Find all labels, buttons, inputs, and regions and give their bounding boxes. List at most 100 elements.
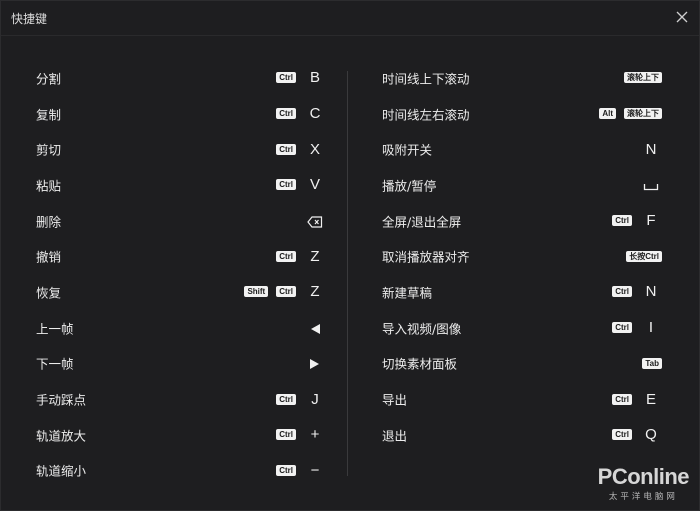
shortcut-row: 新建草稿 Ctrl N xyxy=(382,274,672,310)
shortcut-keys xyxy=(304,211,326,231)
key-letter: J xyxy=(311,390,319,408)
shortcut-label: 时间线左右滚动 xyxy=(382,107,470,123)
shortcut-row: 退出 Ctrl Q xyxy=(382,417,672,453)
shortcut-keys: Alt 滚轮上下 xyxy=(599,104,662,124)
shortcut-row: 下一帧 xyxy=(36,346,326,382)
key-badge-ctrl: Ctrl xyxy=(276,108,296,120)
shortcut-keys: Ctrl Z xyxy=(276,246,326,266)
key-letter: X xyxy=(309,140,320,158)
key-letter: N xyxy=(645,283,657,301)
right-arrow-icon xyxy=(304,354,326,373)
key-badge-ctrl: Ctrl xyxy=(276,143,296,155)
key-letter: Q xyxy=(645,426,657,444)
shortcut-label: 恢复 xyxy=(36,285,62,301)
shortcut-row: 手动踩点 Ctrl J xyxy=(36,381,326,417)
shortcut-keys: N xyxy=(640,139,662,159)
key-letter: C xyxy=(309,105,321,123)
key-letter: − xyxy=(310,461,320,479)
key-letter: V xyxy=(309,176,320,194)
shortcut-list-left: 分割 Ctrl B 复制 Ctrl C 剪切 Ctrl X 粘贴 Ctrl V 删除 撤销 Ctrl Z 恢复 S… xyxy=(36,60,326,488)
close-icon[interactable] xyxy=(673,8,691,26)
key-badge-key: 滚轮上下 xyxy=(624,72,662,84)
shortcut-row: 轨道放大 Ctrl + xyxy=(36,417,326,453)
shortcut-label: 下一帧 xyxy=(36,356,74,372)
shortcut-row: 恢复 Shift Ctrl Z xyxy=(36,274,326,310)
key-badge-ctrl: Ctrl xyxy=(612,393,632,405)
shortcut-keys: Ctrl J xyxy=(276,389,326,409)
shortcut-label: 轨道缩小 xyxy=(36,463,87,479)
shortcut-row: 复制 Ctrl C xyxy=(36,96,326,132)
key-badge-ctrl: Ctrl xyxy=(276,393,296,405)
shortcut-row: 删除 xyxy=(36,203,326,239)
shortcut-label: 剪切 xyxy=(36,142,62,158)
shortcut-row: 时间线左右滚动 Alt 滚轮上下 xyxy=(382,96,672,132)
key-badge-ctrl: Ctrl xyxy=(612,322,632,334)
shortcut-row: 吸附开关 N xyxy=(382,131,672,167)
shortcut-label: 切换素材面板 xyxy=(382,356,458,372)
shortcut-keys: 长按Ctrl xyxy=(626,246,662,266)
shortcut-row: 导出 Ctrl E xyxy=(382,381,672,417)
watermark-main: PConline xyxy=(597,464,690,489)
title-bar: 快捷键 xyxy=(1,1,699,36)
key-badge-ctrl: 长按Ctrl xyxy=(626,250,662,262)
key-letter: E xyxy=(645,390,656,408)
shortcut-label: 分割 xyxy=(36,71,62,87)
key-badge-ctrl: Ctrl xyxy=(276,429,296,441)
key-badge-ctrl: Ctrl xyxy=(612,215,632,227)
key-badge-ctrl: Ctrl xyxy=(276,464,296,476)
shortcut-label: 粘贴 xyxy=(36,178,62,194)
shortcut-row: 时间线上下滚动 滚轮上下 xyxy=(382,60,672,96)
shortcut-label: 全屏/退出全屏 xyxy=(382,214,462,230)
shortcut-keys: Ctrl − xyxy=(276,460,326,480)
shortcut-keys: Ctrl N xyxy=(612,282,662,302)
shortcuts-dialog: 快捷键 分割 Ctrl B 复制 Ctrl C 剪切 Ctrl X 粘贴 Ctrl V 删除 撤销 Ctrl… xyxy=(0,0,700,511)
shortcut-keys: Tab xyxy=(642,353,662,373)
shortcut-label: 删除 xyxy=(36,214,62,230)
shortcut-keys: Ctrl + xyxy=(276,425,326,445)
key-letter: N xyxy=(645,140,657,158)
shortcut-label: 导出 xyxy=(382,392,408,408)
shortcut-row: 粘贴 Ctrl V xyxy=(36,167,326,203)
space-bar-icon xyxy=(640,175,662,194)
key-letter: + xyxy=(310,426,320,444)
shortcut-row: 导入视频/图像 Ctrl I xyxy=(382,310,672,346)
shortcut-row: 上一帧 xyxy=(36,310,326,346)
shortcut-label: 时间线上下滚动 xyxy=(382,71,470,87)
shortcut-list-right: 时间线上下滚动 滚轮上下 时间线左右滚动 Alt 滚轮上下 吸附开关 N 播放/暂停 全屏/退出… xyxy=(382,60,672,453)
key-letter: B xyxy=(309,69,320,87)
shortcut-label: 吸附开关 xyxy=(382,142,433,158)
key-badge-key: 滚轮上下 xyxy=(624,108,662,120)
key-badge-ctrl: Ctrl xyxy=(276,286,296,298)
key-badge-ctrl: Ctrl xyxy=(612,286,632,298)
shortcut-keys: Shift Ctrl Z xyxy=(244,282,326,302)
shortcut-label: 导入视频/图像 xyxy=(382,321,462,337)
watermark-sub: 太平洋电脑网 xyxy=(608,492,678,502)
shortcut-keys: Ctrl I xyxy=(612,318,662,338)
shortcut-row: 取消播放器对齐 长按Ctrl xyxy=(382,238,672,274)
shortcut-label: 轨道放大 xyxy=(36,428,87,444)
key-badge-tab: Tab xyxy=(642,357,662,369)
shortcut-row: 切换素材面板 Tab xyxy=(382,346,672,382)
key-letter: I xyxy=(648,319,654,337)
shortcut-keys xyxy=(304,318,326,338)
shortcut-keys: Ctrl X xyxy=(276,139,326,159)
left-arrow-icon xyxy=(304,318,326,337)
shortcut-keys: Ctrl B xyxy=(276,68,326,88)
shortcut-row: 撤销 Ctrl Z xyxy=(36,238,326,274)
key-badge-ctrl: Ctrl xyxy=(276,72,296,84)
key-badge-ctrl: Ctrl xyxy=(276,250,296,262)
shortcut-keys: Ctrl Q xyxy=(612,425,662,445)
shortcut-keys xyxy=(304,353,326,373)
watermark-logo: PConline 太平洋电脑网 xyxy=(597,464,690,503)
shortcut-label: 撤销 xyxy=(36,249,62,265)
key-letter: Z xyxy=(310,247,320,265)
key-badge-alt: Alt xyxy=(599,108,616,120)
shortcut-label: 复制 xyxy=(36,107,62,123)
shortcut-keys: Ctrl C xyxy=(276,104,326,124)
shortcut-row: 全屏/退出全屏 Ctrl F xyxy=(382,203,672,239)
shortcut-keys xyxy=(640,175,662,195)
shortcut-label: 新建草稿 xyxy=(382,285,433,301)
shortcut-row: 剪切 Ctrl X xyxy=(36,131,326,167)
shortcut-label: 手动踩点 xyxy=(36,392,87,408)
key-badge-ctrl: Ctrl xyxy=(612,429,632,441)
